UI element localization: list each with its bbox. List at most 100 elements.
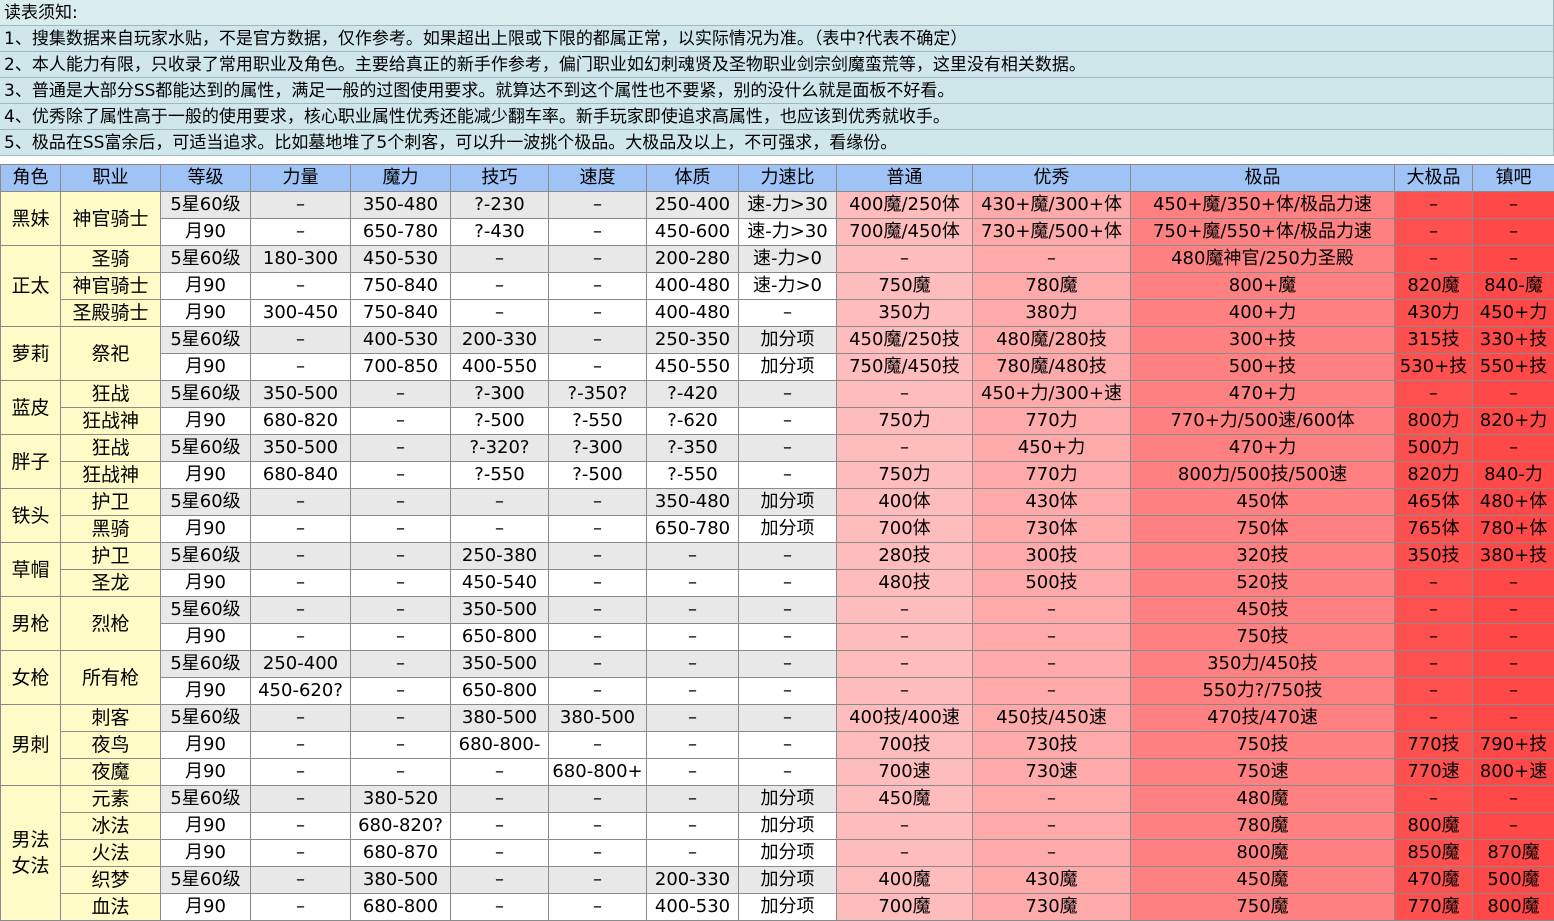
cell-magic: 650-780	[351, 219, 451, 246]
cell-job: 祭祀	[61, 327, 161, 381]
table-row: 夜鸟月90––680-800-–––700技730技750技770技790+技	[1, 732, 1554, 759]
cell-speed: –	[549, 570, 647, 597]
header-row: 角色 职业 等级 力量 魔力 技巧 速度 体质 力速比 普通 优秀 极品 大极品…	[1, 165, 1554, 192]
table-row: 冰法月90–680-820?–––加分项––780魔800魔–	[1, 813, 1554, 840]
cell-premium: 300+技	[1131, 327, 1395, 354]
cell-speed: –	[549, 192, 647, 219]
cell-constitution: –	[647, 840, 739, 867]
cell-skill: 380-500	[451, 705, 549, 732]
table-row: 夜魔月90–––680-800+––700速730速750速770速800+速	[1, 759, 1554, 786]
cell-level: 5星60级	[161, 435, 251, 462]
cell-magic: –	[351, 462, 451, 489]
cell-skill: 350-500	[451, 597, 549, 624]
cell-magic: 350-480	[351, 192, 451, 219]
cell-strength: 680-820	[251, 408, 351, 435]
cell-constitution: 450-600	[647, 219, 739, 246]
cell-normal: 700速	[837, 759, 973, 786]
cell-ratio: 加分项	[739, 489, 837, 516]
cell-speed: 680-800+	[549, 759, 647, 786]
cell-excellent: 500技	[973, 570, 1131, 597]
cell-level: 月90	[161, 678, 251, 705]
cell-level: 5星60级	[161, 543, 251, 570]
cell-strength: 350-500	[251, 381, 351, 408]
notes-section: 读表须知: 1、搜集数据来自玩家水贴，不是官方数据，仅作参考。如果超出上限或下限…	[0, 0, 1554, 156]
cell-magic: –	[351, 570, 451, 597]
cell-magic: –	[351, 516, 451, 543]
cell-super-premium: –	[1395, 651, 1473, 678]
cell-speed: –	[549, 732, 647, 759]
cell-excellent: 430魔	[973, 867, 1131, 894]
cell-super-premium: 800力	[1395, 408, 1473, 435]
table-body: 黑妹神官骑士5星60级–350-480?-230–250-400速-力>3040…	[1, 192, 1554, 921]
cell-strength: –	[251, 192, 351, 219]
table-row: 织梦5星60级–380-500––200-330加分项400魔430魔450魔4…	[1, 867, 1554, 894]
cell-top: 800+速	[1473, 759, 1554, 786]
cell-magic: 450-530	[351, 246, 451, 273]
cell-normal: –	[837, 678, 973, 705]
cell-top: –	[1473, 786, 1554, 813]
cell-normal: –	[837, 624, 973, 651]
cell-job: 圣龙	[61, 570, 161, 597]
cell-skill: ?-300	[451, 381, 549, 408]
cell-top: –	[1473, 192, 1554, 219]
cell-normal: 700技	[837, 732, 973, 759]
cell-constitution: 250-400	[647, 192, 739, 219]
cell-job: 元素	[61, 786, 161, 813]
cell-strength: –	[251, 840, 351, 867]
cell-normal: –	[837, 840, 973, 867]
cell-speed: –	[549, 597, 647, 624]
cell-level: 5星60级	[161, 597, 251, 624]
cell-premium: 750技	[1131, 732, 1395, 759]
cell-job: 夜鸟	[61, 732, 161, 759]
cell-strength: –	[251, 624, 351, 651]
table-row: 神官骑士月90–750-840––400-480速-力>0750魔780魔800…	[1, 273, 1554, 300]
cell-excellent: –	[973, 678, 1131, 705]
cell-super-premium: 770魔	[1395, 894, 1473, 921]
cell-normal: –	[837, 651, 973, 678]
header-excellent: 优秀	[973, 165, 1131, 192]
cell-ratio: –	[739, 570, 837, 597]
table-row: 铁头护卫5星60级––––350-480加分项400体430体450体465体4…	[1, 489, 1554, 516]
cell-super-premium: 350技	[1395, 543, 1473, 570]
cell-role: 男枪	[1, 597, 61, 651]
cell-skill: 650-800	[451, 678, 549, 705]
header-premium: 极品	[1131, 165, 1395, 192]
cell-job: 神官骑士	[61, 273, 161, 300]
cell-constitution: ?-420	[647, 381, 739, 408]
cell-top: –	[1473, 597, 1554, 624]
cell-magic: –	[351, 705, 451, 732]
cell-level: 5星60级	[161, 192, 251, 219]
cell-excellent: 730+魔/500+体	[973, 219, 1131, 246]
cell-job: 护卫	[61, 489, 161, 516]
cell-ratio: 加分项	[739, 327, 837, 354]
cell-job: 血法	[61, 894, 161, 921]
cell-skill: –	[451, 813, 549, 840]
cell-premium: 750+魔/550+体/极品力速	[1131, 219, 1395, 246]
cell-excellent: –	[973, 597, 1131, 624]
cell-normal: 480技	[837, 570, 973, 597]
cell-magic: 750-840	[351, 273, 451, 300]
cell-normal: 750魔	[837, 273, 973, 300]
cell-strength: –	[251, 354, 351, 381]
cell-ratio: 加分项	[739, 786, 837, 813]
cell-constitution: 200-330	[647, 867, 739, 894]
cell-level: 5星60级	[161, 381, 251, 408]
cell-level: 月90	[161, 354, 251, 381]
cell-normal: 700魔	[837, 894, 973, 921]
cell-magic: 700-850	[351, 354, 451, 381]
cell-level: 5星60级	[161, 651, 251, 678]
cell-job: 织梦	[61, 867, 161, 894]
cell-role: 草帽	[1, 543, 61, 597]
cell-top: 800魔	[1473, 894, 1554, 921]
cell-excellent: 430体	[973, 489, 1131, 516]
cell-super-premium: 765体	[1395, 516, 1473, 543]
cell-strength: –	[251, 327, 351, 354]
cell-level: 月90	[161, 219, 251, 246]
cell-job: 黑骑	[61, 516, 161, 543]
cell-constitution: –	[647, 570, 739, 597]
cell-magic: –	[351, 543, 451, 570]
cell-strength: –	[251, 543, 351, 570]
cell-top: –	[1473, 219, 1554, 246]
cell-super-premium: –	[1395, 624, 1473, 651]
cell-level: 5星60级	[161, 489, 251, 516]
